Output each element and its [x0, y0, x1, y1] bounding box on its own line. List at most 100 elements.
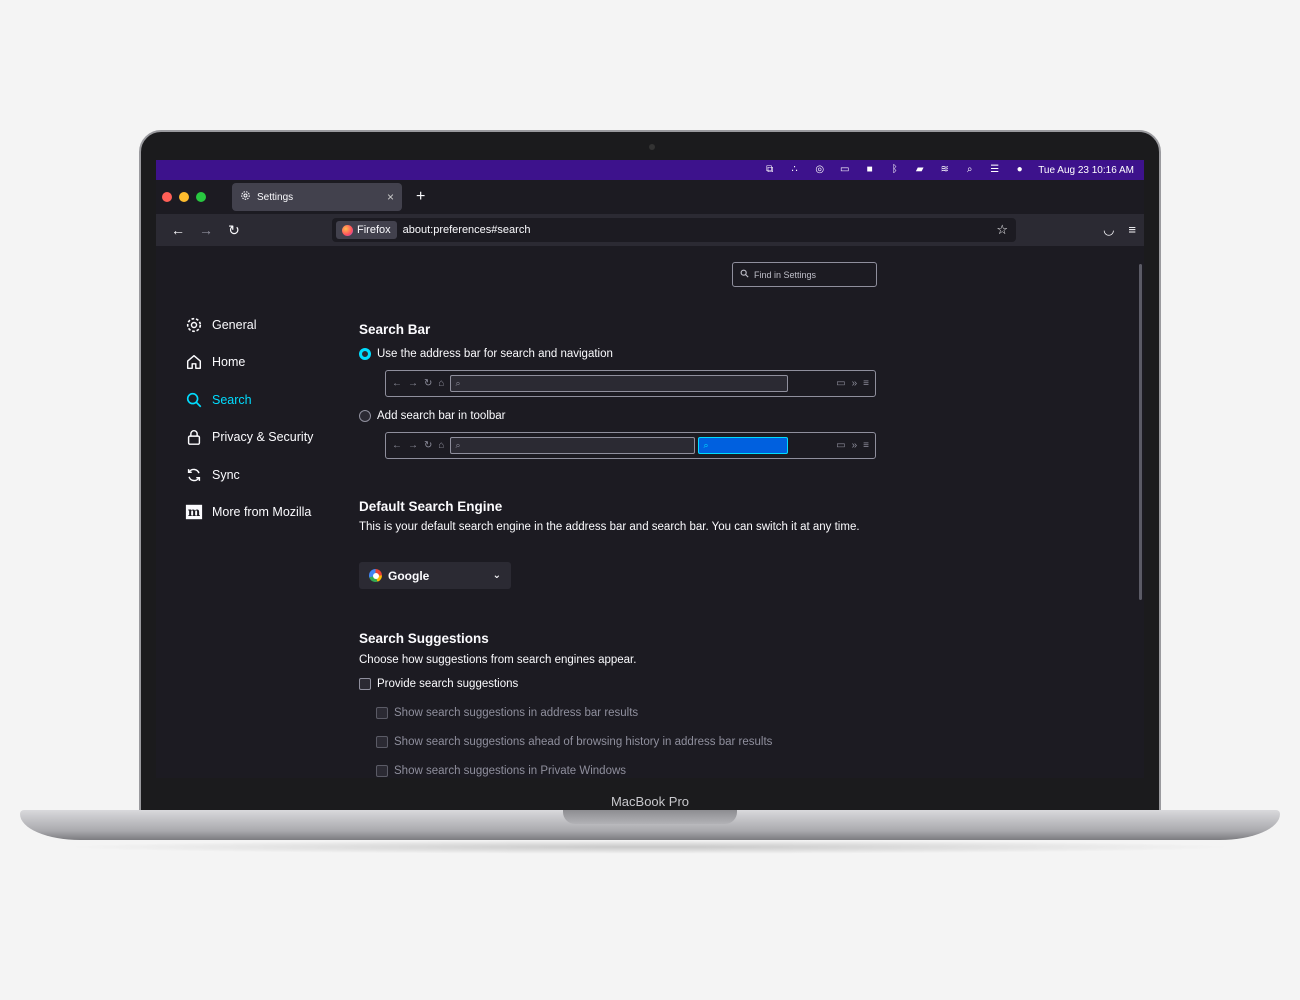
window-controls — [162, 192, 206, 202]
forward-button[interactable]: → — [192, 222, 220, 238]
spotlight-search-icon[interactable]: ⌕ — [963, 165, 976, 175]
google-logo-icon — [369, 569, 382, 582]
tab-label: Settings — [257, 191, 294, 203]
menu-hamburger-icon[interactable]: ≡ — [1128, 222, 1136, 238]
sync-icon — [184, 465, 204, 485]
pocket-icon[interactable]: ◡ — [1103, 222, 1114, 238]
new-tab-button[interactable]: + — [416, 188, 425, 206]
navigation-bar: ← → ↻ Firefox about:preferences#search ☆… — [156, 214, 1144, 246]
preview-home-icon: ⌂ — [438, 378, 445, 389]
sidebar-item-more-from-mozilla[interactable]: m More from Mozilla — [184, 494, 344, 532]
identity-box[interactable]: Firefox — [336, 221, 397, 239]
menu-bar-clock[interactable]: Tue Aug 23 10:16 AM — [1038, 165, 1134, 176]
default-engine-heading: Default Search Engine — [359, 499, 503, 514]
url-bar[interactable]: Firefox about:preferences#search ☆ — [332, 218, 1016, 242]
display-icon[interactable]: ▭ — [838, 165, 851, 175]
preview-forward-icon: → — [408, 378, 418, 389]
add-search-bar-radio[interactable] — [359, 410, 371, 422]
find-in-settings-input[interactable]: Find in Settings — [732, 262, 877, 287]
preview-overflow-icon: » — [851, 378, 858, 389]
firefox-logo-icon — [342, 224, 353, 236]
address-bar-suggestions-checkbox[interactable] — [376, 707, 388, 719]
airdrop-icon[interactable]: ◎ — [813, 165, 826, 175]
settings-content: Find in Settings General Home Search Pri… — [156, 246, 1144, 778]
preview-sidebar-icon: ▭ — [836, 378, 846, 389]
search-bar-preview: ← → ↻ ⌂ ⌕ ⌕ ▭ » ≡ — [385, 432, 876, 459]
gear-icon — [240, 190, 251, 204]
battery-icon[interactable]: ▰ — [913, 165, 926, 175]
window-icon[interactable]: ⧉ — [763, 165, 776, 175]
scrollbar[interactable] — [1139, 264, 1142, 600]
preview-reload-icon: ↻ — [424, 378, 433, 389]
preview-overflow-icon: » — [851, 440, 858, 451]
add-search-bar-option[interactable]: Add search bar in toolbar — [359, 410, 506, 422]
url-text[interactable]: about:preferences#search — [403, 224, 997, 236]
sidebar-item-label: More from Mozilla — [212, 505, 312, 520]
find-placeholder: Find in Settings — [754, 269, 817, 280]
camera-icon[interactable]: ■ — [863, 165, 876, 175]
search-suggestions-heading: Search Suggestions — [359, 631, 489, 646]
search-bar-heading: Search Bar — [359, 322, 431, 337]
search-suggestions-description: Choose how suggestions from search engin… — [359, 654, 637, 666]
provide-suggestions-option[interactable]: Provide search suggestions — [359, 678, 518, 690]
close-window-button[interactable] — [162, 192, 172, 202]
bookmark-star-icon[interactable]: ☆ — [996, 222, 1008, 238]
settings-sidebar: General Home Search Privacy & Security S… — [184, 306, 344, 531]
add-search-bar-label: Add search bar in toolbar — [377, 410, 506, 422]
sidebar-item-label: Search — [212, 392, 252, 407]
laptop-chin: MacBook Pro — [141, 792, 1159, 812]
laptop-shadow — [60, 840, 1240, 854]
sidebar-item-label: Home — [212, 355, 246, 370]
dots-icon[interactable]: ∴ — [788, 165, 801, 175]
reload-button[interactable]: ↻ — [220, 222, 248, 239]
address-bar-suggestions-option[interactable]: Show search suggestions in address bar r… — [376, 707, 638, 719]
use-address-bar-option[interactable]: Use the address bar for search and navig… — [359, 348, 613, 360]
siri-icon[interactable]: ● — [1013, 165, 1026, 175]
bluetooth-icon[interactable]: ᛒ — [888, 165, 901, 175]
tab-settings[interactable]: Settings × — [232, 183, 402, 211]
mozilla-logo-icon: m — [184, 502, 204, 522]
search-icon — [740, 269, 749, 280]
provide-suggestions-checkbox[interactable] — [359, 678, 371, 690]
screen: ⧉ ∴ ◎ ▭ ■ ᛒ ▰ ≋ ⌕ ☰ ● Tue Aug 23 10:16 A… — [156, 160, 1144, 778]
sidebar-item-privacy-security[interactable]: Privacy & Security — [184, 419, 344, 457]
maximize-window-button[interactable] — [196, 192, 206, 202]
sidebar-item-sync[interactable]: Sync — [184, 456, 344, 494]
control-center-icon[interactable]: ☰ — [988, 165, 1001, 175]
provide-suggestions-label: Provide search suggestions — [377, 678, 519, 690]
back-button[interactable]: ← — [164, 222, 192, 238]
preview-search-field: ⌕ — [698, 437, 789, 454]
address-bar-preview: ← → ↻ ⌂ ⌕ ▭ » ≡ — [385, 370, 876, 397]
suggestions-ahead-checkbox[interactable] — [376, 736, 388, 748]
sidebar-item-home[interactable]: Home — [184, 344, 344, 382]
use-address-bar-label: Use the address bar for search and navig… — [377, 348, 613, 360]
preview-forward-icon: → — [408, 440, 418, 451]
menu-bar: ⧉ ∴ ◎ ▭ ■ ᛒ ▰ ≋ ⌕ ☰ ● Tue Aug 23 10:16 A… — [156, 160, 1144, 180]
private-windows-suggestions-label: Show search suggestions in Private Windo… — [394, 765, 627, 777]
close-tab-icon[interactable]: × — [387, 190, 394, 204]
camera — [649, 144, 655, 150]
preview-back-icon: ← — [392, 440, 402, 451]
minimize-window-button[interactable] — [179, 192, 189, 202]
suggestions-ahead-label: Show search suggestions ahead of browsin… — [394, 736, 773, 748]
sidebar-item-label: General — [212, 317, 257, 332]
sidebar-item-label: Sync — [212, 467, 240, 482]
preview-menu-icon: ≡ — [863, 378, 869, 389]
laptop-notch — [563, 810, 737, 824]
use-address-bar-radio[interactable] — [359, 348, 371, 360]
preview-url-field: ⌕ — [450, 375, 789, 392]
suggestions-ahead-option[interactable]: Show search suggestions ahead of browsin… — [376, 736, 772, 748]
chevron-down-icon: ⌄ — [492, 570, 501, 581]
default-engine-value: Google — [388, 568, 430, 583]
private-windows-suggestions-option[interactable]: Show search suggestions in Private Windo… — [376, 765, 626, 777]
wifi-icon[interactable]: ≋ — [938, 165, 951, 175]
toolbar-right: ◡ ≡ — [1103, 222, 1136, 238]
default-engine-select[interactable]: Google ⌄ — [359, 562, 511, 589]
private-windows-suggestions-checkbox[interactable] — [376, 765, 388, 777]
sidebar-item-general[interactable]: General — [184, 306, 344, 344]
preview-sidebar-icon: ▭ — [836, 440, 846, 451]
lock-icon — [184, 427, 204, 447]
sidebar-item-search[interactable]: Search — [184, 381, 344, 419]
address-bar-suggestions-label: Show search suggestions in address bar r… — [394, 707, 639, 719]
svg-text:m: m — [188, 505, 201, 519]
